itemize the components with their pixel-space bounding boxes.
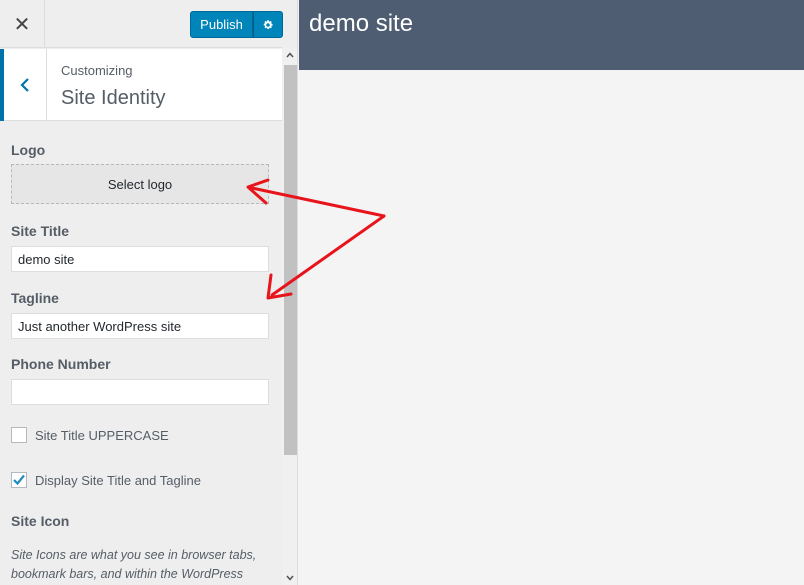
customizer-topbar: ✕ Publish	[0, 0, 283, 48]
panel-scrollbar[interactable]	[282, 48, 297, 585]
display-title-option: Display Site Title and Tagline	[11, 472, 201, 488]
preview-header: demo site	[299, 0, 804, 70]
caret-up-icon	[286, 52, 294, 58]
preview-site-title[interactable]: demo site	[309, 10, 413, 38]
site-title-label: Site Title	[11, 223, 70, 239]
uppercase-checkbox-label: Site Title UPPERCASE	[35, 427, 169, 443]
tagline-input[interactable]	[11, 313, 269, 339]
breadcrumb: Customizing	[61, 63, 133, 78]
back-button[interactable]	[0, 49, 47, 121]
uppercase-option: Site Title UPPERCASE	[11, 427, 169, 443]
phone-number-input[interactable]	[11, 379, 269, 405]
publish-button-group: Publish	[190, 11, 283, 38]
scroll-up-arrow[interactable]	[282, 48, 297, 62]
scroll-down-arrow[interactable]	[282, 571, 297, 585]
uppercase-checkbox[interactable]	[11, 427, 27, 443]
phone-number-label: Phone Number	[11, 356, 111, 372]
checkmark-icon	[13, 474, 25, 486]
section-title: Site Identity	[61, 87, 166, 109]
site-preview: demo site	[299, 0, 804, 585]
publish-button[interactable]: Publish	[190, 11, 253, 38]
customizer-panel: ✕ Publish Customizing Site Identity Logo…	[0, 0, 298, 585]
publish-settings-button[interactable]	[253, 11, 283, 38]
select-logo-button[interactable]: Select logo	[11, 164, 269, 204]
display-title-checkbox-label: Display Site Title and Tagline	[35, 472, 201, 488]
close-customizer-button[interactable]: ✕	[0, 0, 45, 48]
site-icon-description: Site Icons are what you see in browser t…	[11, 548, 257, 581]
caret-down-icon	[286, 575, 294, 581]
scroll-thumb[interactable]	[284, 65, 297, 455]
section-header: Customizing Site Identity	[0, 49, 282, 121]
display-title-checkbox[interactable]	[11, 472, 27, 488]
gear-icon	[263, 19, 273, 29]
tagline-label: Tagline	[11, 290, 59, 306]
logo-label: Logo	[11, 142, 46, 158]
chevron-left-icon	[20, 78, 29, 92]
close-icon: ✕	[13, 13, 31, 36]
site-title-input[interactable]	[11, 246, 269, 272]
section-controls: Logo Select logo Site Title Tagline Phon…	[0, 122, 282, 585]
site-icon-label: Site Icon	[11, 513, 70, 529]
